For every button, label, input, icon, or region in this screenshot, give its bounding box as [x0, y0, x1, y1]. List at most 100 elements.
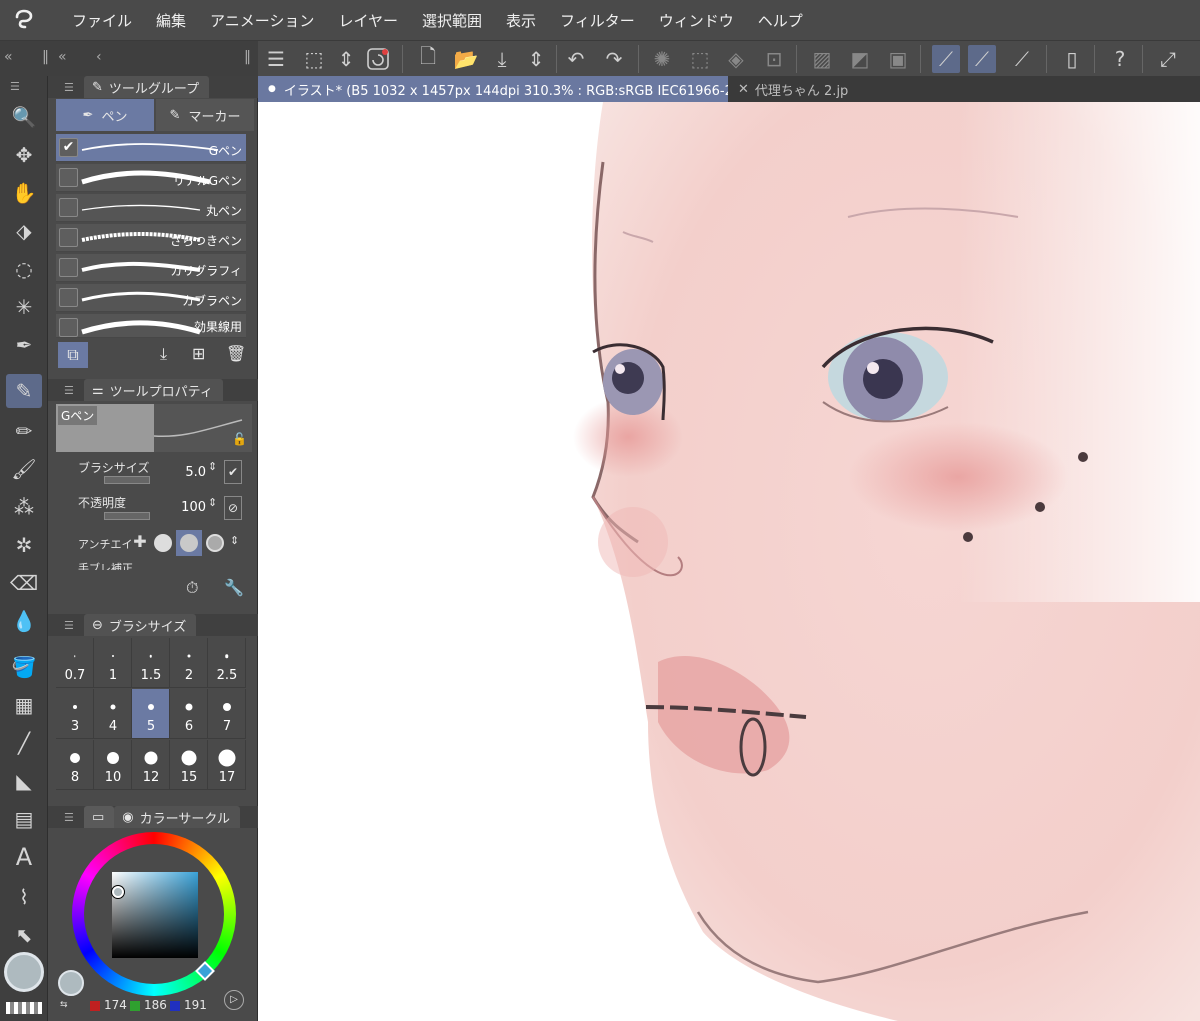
tool-group-tab[interactable]: ✎ ツールグループ — [84, 76, 210, 98]
tool-property-tab[interactable]: ⚌ ツールプロパティ — [84, 379, 223, 401]
brush-checkbox[interactable] — [59, 168, 78, 187]
tab-reference-image[interactable]: ✕ 代理ちゃん 2.jpg — [728, 76, 848, 102]
main-color-swatch[interactable] — [4, 952, 44, 992]
brush-size-cell[interactable]: 5 — [132, 689, 170, 739]
magic-wand-icon[interactable]: ✳ — [6, 290, 42, 324]
brush-item[interactable]: リアルGペン — [56, 164, 246, 192]
brush-size-cell[interactable]: 12 — [132, 740, 170, 790]
brush-size-cell[interactable]: 0.7 — [56, 638, 94, 688]
brush-size-cell[interactable]: 4 — [94, 689, 132, 739]
lasso-tool-icon[interactable]: ◌ — [6, 252, 42, 286]
menu-help[interactable]: ヘルプ — [758, 10, 803, 31]
object-tool-icon[interactable]: ⬗ — [6, 214, 42, 248]
pen-tool-icon[interactable]: ✎ — [6, 374, 42, 408]
brush-size-cell[interactable]: 3 — [56, 689, 94, 739]
pressure-toggle-icon[interactable]: ✔ — [224, 460, 242, 484]
close-icon[interactable]: ✕ — [738, 82, 749, 97]
drawing-canvas[interactable] — [258, 102, 1200, 1021]
help-icon[interactable]: ? — [1106, 45, 1134, 73]
menu-filter[interactable]: フィルター — [560, 10, 635, 31]
frame-tool-icon[interactable]: ◣ — [6, 764, 42, 798]
brush-size-cell[interactable]: 7 — [208, 689, 246, 739]
saturation-value-square[interactable] — [112, 872, 198, 958]
menu-view[interactable]: 表示 — [506, 10, 536, 31]
balloon-tool-icon[interactable]: ⌇ — [6, 880, 42, 914]
blend-tool-icon[interactable]: 💧 — [6, 604, 42, 638]
brush-checkbox[interactable]: ✔ — [59, 138, 78, 157]
collapse-panel-icon[interactable]: « — [58, 49, 67, 65]
brush-size-cell[interactable]: 17 — [208, 740, 246, 790]
figure-tool-icon[interactable]: ╱ — [6, 726, 42, 760]
airbrush-tool-icon[interactable]: ⁂ — [6, 490, 42, 524]
chevron-updown-icon[interactable]: ⇕ — [208, 460, 217, 473]
transparent-color-swatch[interactable] — [6, 1002, 42, 1014]
tab-illustration[interactable]: ● イラスト* (B5 1032 x 1457px 144dpi 310.3% … — [258, 76, 728, 102]
transform-selection-icon[interactable]: ⊡ — [760, 45, 788, 73]
subtab-marker[interactable]: ✎ マーカー — [156, 99, 254, 131]
panel-tool-icon[interactable]: ▤ — [6, 802, 42, 836]
color-circle-tab[interactable]: ◉ カラーサークル — [114, 806, 240, 828]
current-color-swatch[interactable] — [58, 970, 84, 996]
menu-layer[interactable]: レイヤー — [338, 10, 398, 31]
app-logo-icon[interactable] — [0, 0, 48, 40]
brush-item[interactable]: 効果線用 — [56, 314, 246, 338]
correct-line-tool-icon[interactable]: ⬉ — [6, 918, 42, 952]
opacity-toggle-icon[interactable]: ⊘ — [224, 496, 242, 520]
transform-icon[interactable]: ⬚ — [300, 45, 328, 73]
brush-pressure-icon[interactable]: ⟋ — [968, 45, 996, 73]
fullscreen-icon[interactable]: ⤢ — [1154, 45, 1182, 73]
open-folder-icon[interactable]: 📂 — [452, 45, 480, 73]
subtab-pen[interactable]: ✒ ペン — [56, 99, 154, 131]
text-tool-icon[interactable]: A — [6, 840, 42, 874]
menu-animation[interactable]: アニメーション — [210, 10, 314, 31]
red-value[interactable]: 174 — [104, 998, 127, 1012]
deselect-icon[interactable]: ▨ — [808, 45, 836, 73]
duplicate-icon[interactable]: ⊞ — [192, 344, 205, 363]
zoom-tool-icon[interactable]: 🔍 — [6, 100, 42, 134]
brush-settings-icon[interactable]: ⧉ — [58, 342, 88, 368]
menu-window[interactable]: ウィンドウ — [659, 10, 734, 31]
brush-size-cell[interactable]: 2.5 — [208, 638, 246, 688]
clip-studio-assets-icon[interactable] — [364, 45, 392, 73]
brush-size-cell[interactable]: 2 — [170, 638, 208, 688]
brush-size-cell[interactable]: 1 — [94, 638, 132, 688]
antialias-weak-icon[interactable] — [154, 534, 172, 552]
menu-edit[interactable]: 編集 — [156, 10, 186, 31]
blue-value[interactable]: 191 — [184, 998, 207, 1012]
brush-item[interactable]: ✔ Gペン — [56, 134, 246, 162]
select-all-icon[interactable]: ⬚ — [686, 45, 714, 73]
brush-size-value[interactable]: 5.0 — [166, 465, 206, 480]
tool-timer-icon[interactable]: ⏱ — [186, 578, 198, 598]
menu-selection[interactable]: 選択範囲 — [422, 10, 482, 31]
brush-item[interactable]: 丸ペン — [56, 194, 246, 222]
brush-checkbox[interactable] — [59, 228, 78, 247]
brush-size-cell[interactable]: 10 — [94, 740, 132, 790]
brush-item[interactable]: ざらつきペン — [56, 224, 246, 252]
brush-item[interactable]: カブラペン — [56, 284, 246, 312]
selection-border-icon[interactable]: ▣ — [884, 45, 912, 73]
color-picker-handle[interactable] — [112, 886, 124, 898]
invert-selection-icon[interactable]: ◩ — [846, 45, 874, 73]
move-tool-icon[interactable]: ✥ — [6, 138, 42, 172]
brush-size-cell[interactable]: 8 — [56, 740, 94, 790]
decoration-tool-icon[interactable]: ✲ — [6, 528, 42, 562]
opacity-value[interactable]: 100 — [166, 500, 206, 515]
loading-icon[interactable]: ✺ — [648, 45, 676, 73]
antialias-medium-icon[interactable] — [176, 530, 202, 556]
gradient-tool-icon[interactable]: ▦ — [6, 688, 42, 722]
green-value[interactable]: 186 — [144, 998, 167, 1012]
fill-icon[interactable]: ◈ — [722, 45, 750, 73]
wrench-icon[interactable]: 🔧 — [224, 578, 244, 597]
pen-pressure-icon[interactable]: ⟋ — [932, 45, 960, 73]
brush-tool-icon[interactable]: 🖌 — [6, 452, 42, 486]
undo-icon[interactable]: ↶ — [562, 45, 590, 73]
brush-size-cell[interactable]: 15 — [170, 740, 208, 790]
chevron-updown-icon[interactable]: ⇕ — [208, 496, 217, 509]
hand-tool-icon[interactable]: ✋ — [6, 176, 42, 210]
antialias-none-icon[interactable]: ✚ — [128, 532, 152, 554]
save-icon[interactable]: ⤓ — [488, 45, 516, 73]
hue-ring[interactable] — [72, 832, 236, 996]
swap-color-icon[interactable]: ⇆ — [60, 1000, 84, 1010]
chevron-left-icon[interactable]: ‹ — [96, 49, 102, 65]
play-icon[interactable]: ▷ — [224, 990, 244, 1010]
